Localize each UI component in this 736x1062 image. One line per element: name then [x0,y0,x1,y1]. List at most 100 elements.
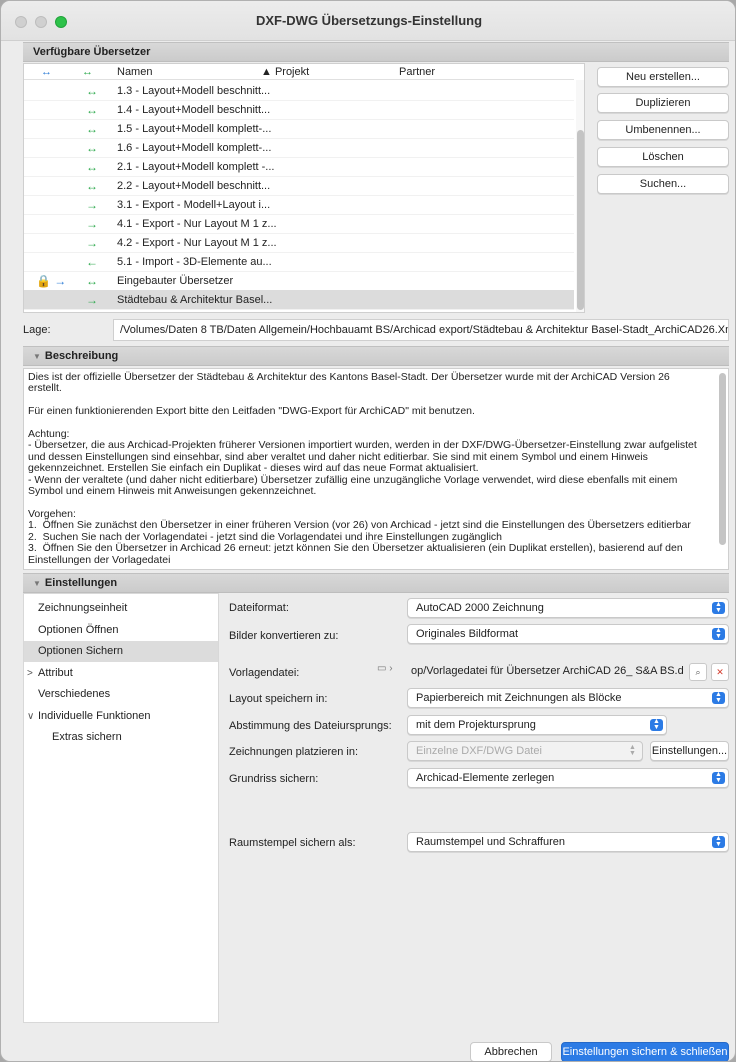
direction-icon[interactable]: ↔ [82,66,93,78]
disclosure-chevron-icon[interactable]: ∨ [27,706,34,727]
popup-arrows-icon: ▲ ▼ [712,627,725,640]
lock-sync-icon: 🔒 → [36,274,67,288]
settings-panel: Zeichnungseinheit Optionen Öffnen Optionen… [23,593,729,1023]
location-field: /Volumes/Daten 8 TB/Daten Allgemein/Hoch… [113,319,729,341]
folder-path-icon[interactable]: ▭ › [377,663,393,674]
settings-tree-item[interactable]: Optionen Sichern [24,641,218,662]
description-section-header[interactable]: ▼ Beschreibung [23,346,729,366]
translator-name: 1.4 - Layout+Modell beschnitt... [117,104,271,116]
description-header-label: Beschreibung [44,350,119,362]
save-and-close-button[interactable]: Einstellungen sichern & schließen [561,1042,729,1061]
field-label-bilder: Bilder konvertieren zu: [229,630,339,642]
direction-arrow-icon: → [86,293,98,307]
remove-template-icon[interactable]: ✕ [711,663,729,681]
settings-tree-label: Verschiedenes [38,688,111,700]
vorlage-path[interactable]: op/Vorlagedatei für Übersetzer ArchiCAD … [411,661,683,681]
list-scrollbar[interactable] [576,80,584,312]
translator-row[interactable]: 🔒 → ↔ Eingebauter Übersetzer [24,271,574,291]
direction-arrow-icon: ↔ [86,179,98,193]
field-label-vorlage: Vorlagendatei: [229,667,300,679]
translator-row[interactable]: ← 5.1 - Import - 3D-Elemente au... [24,252,574,272]
popup-arrows-icon: ▲ ▼ [712,691,725,704]
delete-button[interactable]: Löschen [597,147,729,167]
direction-arrow-icon: → [86,217,98,231]
duplicate-button[interactable]: Duplizieren [597,93,729,113]
translator-name: 3.1 - Export - Modell+Layout i... [117,199,271,211]
translator-name: 2.2 - Layout+Modell beschnitt... [117,180,271,192]
translator-row[interactable]: ↔ 1.3 - Layout+Modell beschnitt... [24,81,574,101]
translator-row[interactable]: ↔ 1.5 - Layout+Modell komplett-... [24,119,574,139]
cancel-button[interactable]: Abbrechen [470,1042,552,1061]
translator-row[interactable]: ↔ 2.2 - Layout+Modell beschnitt... [24,176,574,196]
window-title: DXF-DWG Übersetzungs-Einstellung [255,13,483,28]
settings-tree-item[interactable]: Verschiedenes [24,684,218,705]
description-scroll-thumb[interactable] [719,373,726,545]
grundriss-value: Archicad-Elemente zerlegen [416,772,555,784]
dateiformat-value: AutoCAD 2000 Zeichnung [416,602,544,614]
settings-tree: Zeichnungseinheit Optionen Öffnen Optionen… [23,593,219,1023]
direction-arrow-icon: ↔ [86,274,98,288]
preview-icon[interactable]: ⌕ [689,663,707,681]
rename-button[interactable]: Umbenennen... [597,120,729,140]
translator-name: Eingebauter Übersetzer [117,275,234,287]
direction-arrow-icon: ↔ [86,84,98,98]
settings-tree-label: Optionen Sichern [38,645,123,657]
new-translator-button[interactable]: Neu erstellen... [597,67,729,87]
sync-icon[interactable]: ↔ [41,66,52,78]
popup-arrows-icon: ▲ ▼ [712,835,725,848]
translator-row[interactable]: ↔ 2.1 - Layout+Modell komplett -... [24,157,574,177]
direction-arrow-icon: → [86,198,98,212]
collapse-triangle-icon[interactable]: ▼ [33,348,41,366]
column-project[interactable]: ▲ Projekt [261,66,309,78]
direction-arrow-icon: ↔ [86,122,98,136]
translator-row[interactable]: → Städtebau & Architektur Basel... [24,290,574,310]
popup-arrows-icon: ▲ ▼ [629,744,636,757]
layout-popup[interactable]: Papierbereich mit Zeichnungen als Blöcke… [407,688,729,708]
list-header: ↔ ↔ Namen ▲ Projekt Partner [24,64,574,80]
settings-tree-item[interactable]: Extras sichern [24,727,218,748]
column-name[interactable]: Namen [117,66,152,78]
settings-section-header[interactable]: ▼ Einstellungen [23,573,729,593]
collapse-triangle-icon[interactable]: ▼ [33,575,41,593]
list-scroll-thumb[interactable] [577,130,584,310]
translator-name: 1.6 - Layout+Modell komplett-... [117,142,272,154]
grundriss-popup[interactable]: Archicad-Elemente zerlegen ▲ ▼ [407,768,729,788]
platzieren-value: Einzelne DXF/DWG Datei [416,745,542,757]
translator-row[interactable]: ↔ 1.6 - Layout+Modell komplett-... [24,138,574,158]
direction-arrow-icon: → [86,236,98,250]
bilder-value: Originales Bildformat [416,628,519,640]
field-label-raumstempel: Raumstempel sichern als: [229,837,356,849]
translator-list[interactable]: ↔ ↔ Namen ▲ Projekt Partner ↔ 1.3 - Layou… [23,63,585,313]
settings-tree-item[interactable]: ∨ Individuelle Funktionen [24,706,218,727]
field-label-platzieren: Zeichnungen platzieren in: [229,746,359,758]
translator-name: 5.1 - Import - 3D-Elemente au... [117,256,272,268]
description-text-area[interactable]: Dies ist der offizielle Übersetzer der S… [23,368,729,570]
dialog-window: DXF-DWG Übersetzungs-Einstellung Verfügb… [0,0,736,1062]
translator-row[interactable]: → 4.1 - Export - Nur Layout M 1 z... [24,214,574,234]
translator-name: 1.5 - Layout+Modell komplett-... [117,123,272,135]
placement-settings-button[interactable]: Einstellungen... [650,741,729,761]
settings-tree-label: Extras sichern [52,731,122,743]
translator-row[interactable]: → 4.2 - Export - Nur Layout M 1 z... [24,233,574,253]
raumstempel-popup[interactable]: Raumstempel und Schraffuren ▲ ▼ [407,832,729,852]
field-label-ursprung: Abstimmung des Dateiursprungs: [229,720,392,732]
column-partner[interactable]: Partner [399,66,435,78]
translator-row[interactable]: → 3.1 - Export - Modell+Layout i... [24,195,574,215]
ursprung-popup[interactable]: mit dem Projektursprung ▲ ▼ [407,715,667,735]
translator-row[interactable]: ↔ 1.4 - Layout+Modell beschnitt... [24,100,574,120]
disclosure-chevron-icon[interactable]: > [27,663,33,684]
popup-arrows-icon: ▲ ▼ [650,718,663,731]
layout-value: Papierbereich mit Zeichnungen als Blöcke [416,692,622,704]
title-bar: DXF-DWG Übersetzungs-Einstellung [1,1,735,41]
settings-tree-label: Attribut [38,666,73,679]
settings-tree-item[interactable]: Zeichnungseinheit [24,598,218,619]
bilder-popup[interactable]: Originales Bildformat ▲ ▼ [407,624,729,644]
settings-tree-item[interactable]: > Attribut [24,663,218,684]
dateiformat-popup[interactable]: AutoCAD 2000 Zeichnung ▲ ▼ [407,598,729,618]
settings-tree-label: Optionen Öffnen [38,623,119,636]
direction-arrow-icon: ← [86,255,98,269]
translator-name: 1.3 - Layout+Modell beschnitt... [117,85,271,97]
translators-section-header: Verfügbare Übersetzer [23,42,729,62]
search-button[interactable]: Suchen... [597,174,729,194]
settings-tree-item[interactable]: Optionen Öffnen [24,620,218,641]
